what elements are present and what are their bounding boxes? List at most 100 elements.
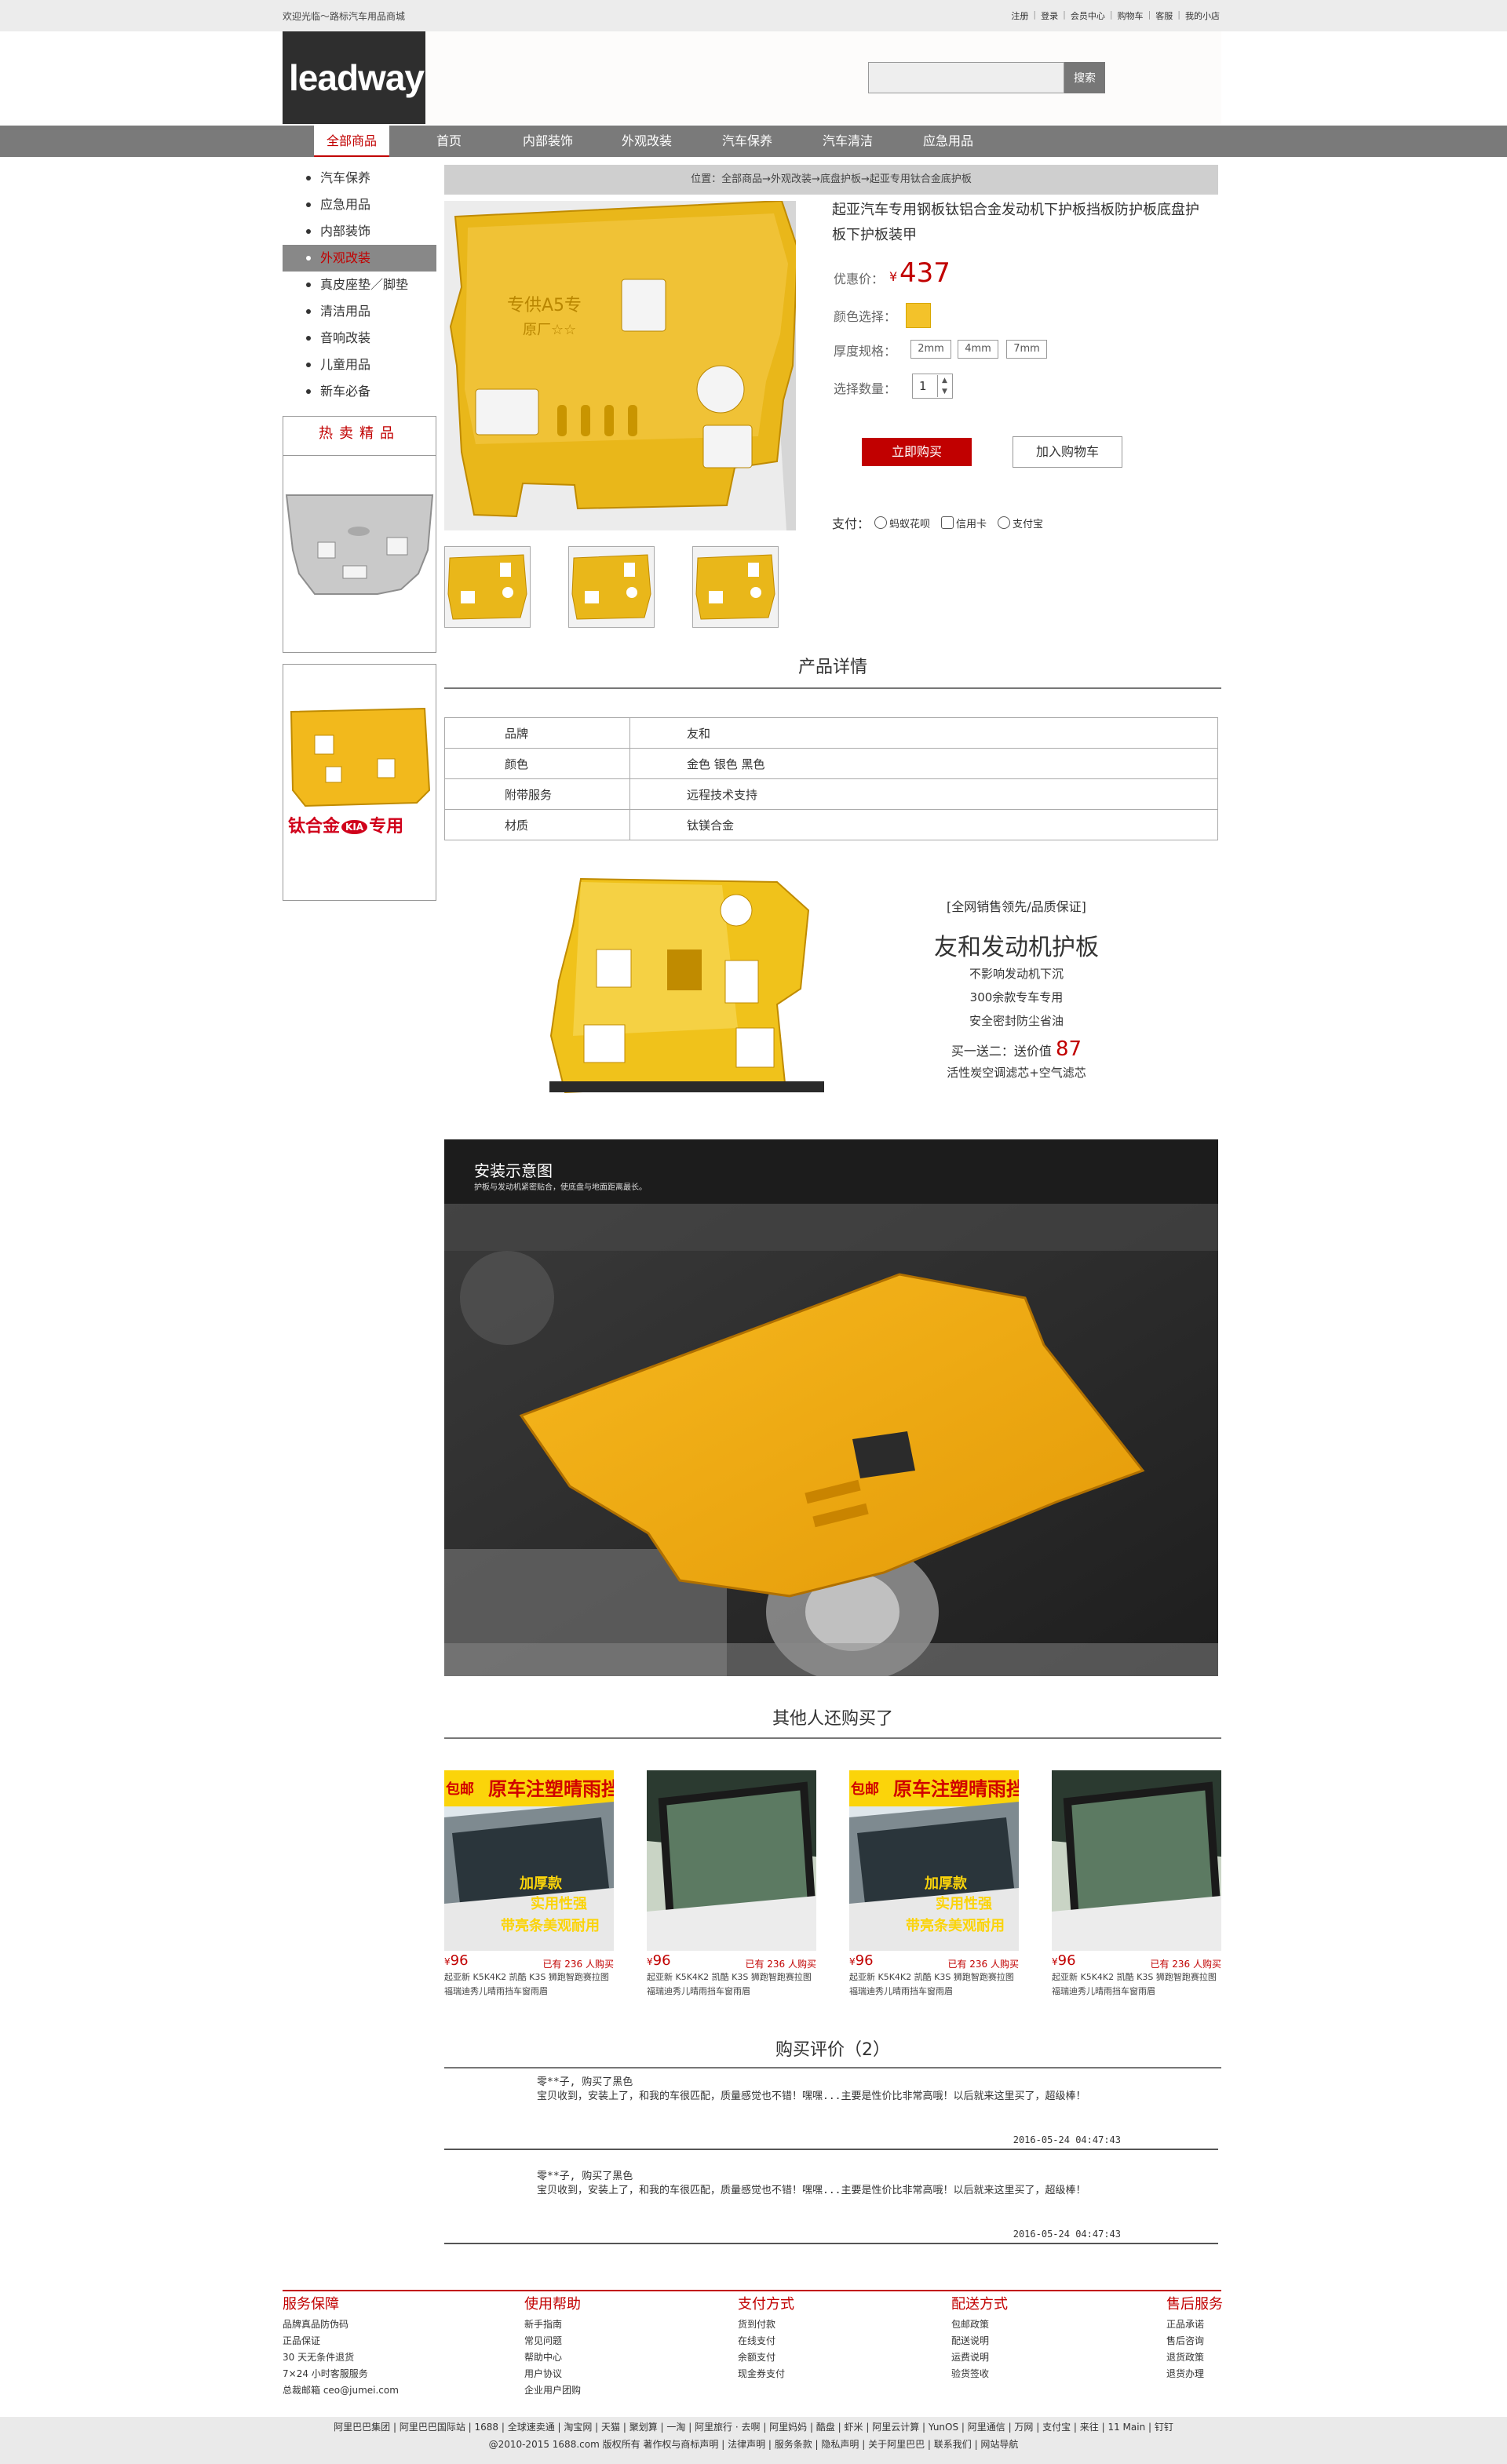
hot-product-silver-plate[interactable] — [283, 456, 436, 652]
customer-service-link[interactable]: 客服 — [1155, 9, 1173, 22]
hot-product-gold-banner[interactable]: 钛合金 KIA 专用 — [283, 664, 436, 901]
sidebar-item-maintenance[interactable]: 汽车保养 — [283, 165, 436, 191]
footer-link[interactable]: 企业用户团购 — [524, 2382, 581, 2399]
buy-now-button[interactable]: 立即购买 — [862, 438, 972, 466]
rec-product-1[interactable]: 原车注塑晴雨挡 包邮 加厚款 实用性强 带亮条美观耐用 ¥96 已有 236 人购… — [444, 1770, 614, 1999]
rec-product-name[interactable]: 起亚新 K5K4K2 凯酷 K3S 狮跑智跑赛拉图福瑞迪秀儿晴雨挡车窗雨眉 — [1052, 1970, 1221, 1999]
sidebar-item-seat-mats[interactable]: 真皮座垫／脚垫 — [283, 272, 436, 298]
qty-spinner-icon[interactable]: ▲ ▼ — [937, 375, 951, 397]
product-main-image[interactable]: 专供A5专 原厂☆☆ — [444, 199, 799, 530]
rec-banner-left: 包邮 — [446, 1781, 474, 1798]
nav-maintenance[interactable]: 汽车保养 — [722, 126, 772, 157]
footer-link[interactable]: 售后咨询 — [1166, 2333, 1223, 2349]
footer-link[interactable]: 正品保证 — [283, 2333, 399, 2349]
nav-interior[interactable]: 内部装饰 — [523, 126, 573, 157]
spec-option-4mm[interactable]: 4mm — [958, 340, 998, 359]
nav-exterior[interactable]: 外观改装 — [622, 126, 672, 157]
product-title: 起亚汽车专用钢板钛铝合金发动机下护板挡板防护板底盘护板下护板装甲 — [832, 202, 1199, 243]
rec-price: ¥96 — [1052, 1952, 1076, 1969]
footer-link[interactable]: 配送说明 — [951, 2333, 1008, 2349]
footer-link[interactable]: 帮助中心 — [524, 2349, 581, 2366]
footer-link[interactable]: 用户协议 — [524, 2366, 581, 2382]
rec-product-name[interactable]: 起亚新 K5K4K2 凯酷 K3S 狮跑智跑赛拉图福瑞迪秀儿晴雨挡车窗雨眉 — [444, 1970, 614, 1999]
spec-key-material: 材质 — [444, 809, 630, 840]
hot-banner-suffix: 专用 — [369, 817, 404, 837]
nav-emergency[interactable]: 应急用品 — [923, 126, 973, 157]
engine-guard-illustration: 专供A5专 原厂☆☆ — [444, 199, 799, 530]
sidebar-item-kids[interactable]: 儿童用品 — [283, 352, 436, 378]
nav-all-products-label: 全部商品 — [314, 126, 389, 157]
hot-banner-main: 钛合金 — [288, 817, 341, 837]
plate-marking-2: 原厂☆☆ — [523, 322, 576, 338]
footer-link[interactable]: 退货政策 — [1166, 2349, 1223, 2366]
login-link[interactable]: 登录 — [1041, 9, 1058, 22]
member-center-link[interactable]: 会员中心 — [1071, 9, 1105, 22]
footer-link[interactable]: 退货办理 — [1166, 2366, 1223, 2382]
review-item: 零**子, 购买了黑色 宝贝收到，安装上了，和我的车很匹配，质量感觉也不错！嘿嘿… — [444, 2069, 1218, 2150]
gift-value: 87 — [1056, 1037, 1082, 1061]
footer-link[interactable]: 包邮政策 — [951, 2316, 1008, 2333]
footer-link[interactable]: 总裁邮箱 ceo@jumei.com — [283, 2382, 399, 2399]
footer-col-help: 使用帮助 新手指南 常见问题 帮助中心 用户协议 企业用户团购 — [524, 2293, 581, 2399]
sidebar-item-exterior[interactable]: 外观改装 — [283, 245, 436, 272]
footer-link[interactable]: 货到付款 — [738, 2316, 794, 2333]
footer-col-title: 使用帮助 — [524, 2296, 581, 2313]
footer-link[interactable]: 正品承诺 — [1166, 2316, 1223, 2333]
spec-value-material: 钛镁合金 — [629, 809, 1218, 840]
review-user: 零**子, 购买了黑色 — [537, 2171, 633, 2182]
rec-sold-count: 已有 236 人购买 — [1150, 1959, 1221, 1970]
rec-product-name[interactable]: 起亚新 K5K4K2 凯酷 K3S 狮跑智跑赛拉图福瑞迪秀儿晴雨挡车窗雨眉 — [647, 1970, 816, 1999]
footer-partner-links[interactable]: 阿里巴巴集团 | 阿里巴巴国际站 | 1688 | 全球速卖通 | 淘宝网 | … — [0, 2420, 1507, 2433]
footer-link[interactable]: 现金券支付 — [738, 2366, 794, 2382]
footer-link[interactable]: 品牌真品防伪码 — [283, 2316, 399, 2333]
sidebar-item-emergency[interactable]: 应急用品 — [283, 191, 436, 218]
spec-option-7mm[interactable]: 7mm — [1006, 340, 1047, 359]
sidebar-item-audio[interactable]: 音响改装 — [283, 325, 436, 352]
rec-product-3[interactable]: 原车注塑晴雨挡 包邮 加厚款 实用性强 带亮条美观耐用 ¥96 已有 236 人购… — [849, 1770, 1019, 1999]
search-button[interactable]: 搜索 — [1064, 62, 1105, 93]
footer-link[interactable]: 新手指南 — [524, 2316, 581, 2333]
rec-product-image: 原车注塑晴雨挡 包邮 加厚款 实用性强 带亮条美观耐用 — [849, 1770, 1019, 1951]
rec-price-row: ¥96 已有 236 人购买 — [444, 1952, 614, 1970]
spec-label: 厚度规格： — [834, 344, 897, 359]
footer-link[interactable]: 余额支付 — [738, 2349, 794, 2366]
product-thumbnail-3[interactable] — [692, 546, 779, 628]
gift-items: 活性炭空调滤芯+空气滤芯 — [947, 1066, 1086, 1080]
footer-link[interactable]: 7×24 小时客服服务 — [283, 2366, 399, 2382]
footer-link[interactable]: 在线支付 — [738, 2333, 794, 2349]
rec-product-image — [647, 1770, 816, 1951]
rec-product-name[interactable]: 起亚新 K5K4K2 凯酷 K3S 狮跑智跑赛拉图福瑞迪秀儿晴雨挡车窗雨眉 — [849, 1970, 1019, 1999]
sidebar-item-new-car[interactable]: 新车必备 — [283, 378, 436, 405]
spec-option-2mm[interactable]: 2mm — [910, 340, 951, 359]
product-thumbnail-2[interactable] — [568, 546, 655, 628]
nav-home[interactable]: 首页 — [436, 126, 462, 157]
color-swatch-gold[interactable] — [906, 303, 931, 328]
footer-col-title: 支付方式 — [738, 2296, 794, 2313]
promo-point-3: 安全密封防尘省油 — [969, 1014, 1064, 1028]
rec-product-2[interactable]: ¥96 已有 236 人购买 起亚新 K5K4K2 凯酷 K3S 狮跑智跑赛拉图福… — [647, 1770, 816, 1999]
nav-cleaning[interactable]: 汽车清洁 — [823, 126, 873, 157]
spec-key-color: 颜色 — [444, 748, 630, 779]
top-links: 注册 | 登录 | 会员中心 | 购物车 | 客服 | 我的小店 — [1011, 9, 1220, 22]
product-thumbnail-1[interactable] — [444, 546, 531, 628]
sidebar-item-interior[interactable]: 内部装饰 — [283, 218, 436, 245]
rec-price: ¥96 — [849, 1952, 874, 1969]
search-input[interactable] — [868, 62, 1064, 93]
price-currency: ¥ — [889, 269, 898, 284]
my-shop-link[interactable]: 我的小店 — [1185, 9, 1220, 22]
nav-all-products[interactable]: 全部商品 — [314, 126, 389, 157]
footer-link[interactable]: 验货签收 — [951, 2366, 1008, 2382]
register-link[interactable]: 注册 — [1011, 9, 1028, 22]
footer-link[interactable]: 常见问题 — [524, 2333, 581, 2349]
rec-price: ¥96 — [647, 1952, 671, 1969]
site-logo[interactable]: leadway — [283, 31, 425, 124]
spec-value-brand: 友和 — [629, 717, 1218, 749]
cart-link[interactable]: 购物车 — [1118, 9, 1144, 22]
add-to-cart-button[interactable]: 加入购物车 — [1013, 436, 1122, 468]
install-title: 安装示意图 — [474, 1161, 553, 1180]
footer-link[interactable]: 30 天无条件退货 — [283, 2349, 399, 2366]
rec-product-4[interactable]: ¥96 已有 236 人购买 起亚新 K5K4K2 凯酷 K3S 狮跑智跑赛拉图福… — [1052, 1770, 1221, 1999]
sidebar-item-cleaning[interactable]: 清洁用品 — [283, 298, 436, 325]
also-bought-title: 其他人还购买了 — [772, 1709, 893, 1729]
footer-link[interactable]: 运费说明 — [951, 2349, 1008, 2366]
